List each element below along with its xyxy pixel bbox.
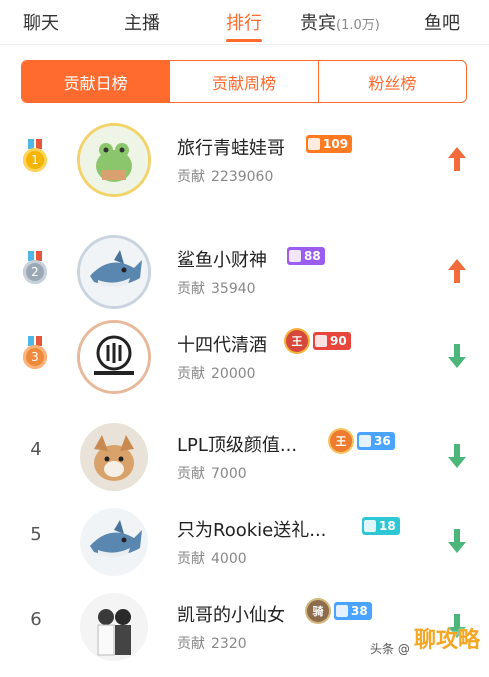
tab-streamer-label: 主播 <box>124 13 160 34</box>
fan-level-badge: 90 <box>313 332 351 350</box>
dog-avatar-icon[interactable] <box>80 423 148 491</box>
contribution-number: 4000 <box>211 551 247 567</box>
ranking-row[interactable]: 2 鲨鱼小财神 88 贡献 35940 <box>0 230 489 314</box>
couple-photo-avatar-icon[interactable] <box>80 593 148 661</box>
tab-chat-label: 聊天 <box>23 13 59 34</box>
noble-crown-icon: 王 <box>286 330 308 352</box>
badge-level: 38 <box>351 604 368 618</box>
contribution-value: 贡献 35940 <box>177 278 256 298</box>
tab-chat[interactable]: 聊天 <box>23 9 59 35</box>
silver-medal-icon: 2 <box>23 251 47 291</box>
badge-icon <box>364 520 376 532</box>
rank-number: 6 <box>30 609 42 630</box>
tab-ranking-label: 排行 <box>226 13 262 34</box>
rank-number: 5 <box>30 524 42 545</box>
active-tab-indicator <box>226 39 262 42</box>
ranking-row[interactable]: 4 LPL顶级颜值... 王 36 贡献 7000 <box>0 415 489 499</box>
noble-crown-icon: 骑 <box>307 600 329 622</box>
watermark-brand: 聊攻略 <box>414 628 481 653</box>
badge-icon <box>315 335 327 347</box>
frog-avatar-icon[interactable] <box>80 126 148 194</box>
contribution-label: 贡献 <box>177 169 205 185</box>
contribution-number: 35940 <box>211 281 256 297</box>
crown-label: 骑 <box>312 605 324 618</box>
trend-down-arrow-icon <box>445 441 469 471</box>
watermark-source: 头条 @ <box>370 642 410 656</box>
user-badges: 109 <box>306 134 357 154</box>
invictus-logo-avatar-icon[interactable] <box>80 323 148 391</box>
contribution-value: 贡献 20000 <box>177 363 256 383</box>
trend-down-arrow-icon <box>445 341 469 371</box>
shark-avatar-icon[interactable] <box>80 238 148 306</box>
contribution-label: 贡献 <box>177 551 205 567</box>
badge-level: 18 <box>379 519 396 533</box>
fan-level-badge: 109 <box>306 135 353 153</box>
contribution-value: 贡献 7000 <box>177 463 247 483</box>
user-name: LPL顶级颜值... <box>177 435 298 456</box>
tab-vip[interactable]: 贵宾(1.0万) <box>300 9 380 35</box>
contribution-label: 贡献 <box>177 366 205 382</box>
crown-label: 王 <box>335 435 347 448</box>
tab-vip-count: (1.0万) <box>336 18 380 33</box>
fan-level-badge: 88 <box>287 247 325 265</box>
fan-level-badge: 38 <box>334 602 372 620</box>
badge-icon <box>336 605 348 617</box>
contribution-value: 贡献 4000 <box>177 548 247 568</box>
user-name: 鲨鱼小财神 <box>177 250 267 271</box>
trend-down-arrow-icon <box>445 526 469 556</box>
segment-daily-contribution[interactable]: 贡献日榜 <box>22 61 170 102</box>
badge-level: 90 <box>330 334 347 348</box>
badge-level: 88 <box>304 249 321 263</box>
user-badges: 骑 38 <box>307 600 377 622</box>
fan-level-badge: 36 <box>357 432 395 450</box>
badge-icon <box>289 250 301 262</box>
badge-level: 36 <box>374 434 391 448</box>
contribution-value: 贡献 2320 <box>177 633 247 653</box>
top-nav: 聊天 主播 排行 贵宾(1.0万) 鱼吧 <box>0 0 489 45</box>
user-badges: 18 <box>362 516 405 536</box>
badge-level: 109 <box>323 137 349 151</box>
fan-level-badge: 18 <box>362 517 400 535</box>
ranking-type-selector: 贡献日榜 贡献周榜 粉丝榜 <box>21 60 467 103</box>
user-badges: 王 90 <box>286 330 356 352</box>
rank-number: 1 <box>23 148 47 172</box>
rank-number: 3 <box>23 345 47 369</box>
contribution-number: 20000 <box>211 366 256 382</box>
bronze-medal-icon: 3 <box>23 336 47 376</box>
crown-label: 王 <box>291 335 303 348</box>
shark-avatar-icon[interactable] <box>80 508 148 576</box>
contribution-number: 7000 <box>211 466 247 482</box>
tab-vip-label: 贵宾 <box>300 13 336 34</box>
user-name: 只为Rookie送礼... <box>177 520 327 541</box>
contribution-label: 贡献 <box>177 281 205 297</box>
tab-streamer[interactable]: 主播 <box>124 9 160 35</box>
user-badges: 88 <box>287 246 330 266</box>
tab-ranking[interactable]: 排行 <box>226 9 262 35</box>
user-name: 旅行青蛙娃哥 <box>177 138 285 159</box>
trend-up-arrow-icon <box>445 256 469 286</box>
badge-icon <box>308 138 320 150</box>
contribution-number: 2320 <box>211 636 247 652</box>
noble-crown-icon: 王 <box>330 430 352 452</box>
tab-fishbar[interactable]: 鱼吧 <box>424 9 460 35</box>
contribution-label: 贡献 <box>177 636 205 652</box>
badge-icon <box>359 435 371 447</box>
segment-fans[interactable]: 粉丝榜 <box>317 61 466 102</box>
ranking-row[interactable]: 5 只为Rookie送礼... 18 贡献 4000 <box>0 500 489 584</box>
contribution-value: 贡献 2239060 <box>177 166 273 186</box>
rank-number: 2 <box>23 260 47 284</box>
contribution-number: 2239060 <box>211 169 274 185</box>
ranking-row[interactable]: 3 十四代清酒 王 90 贡献 20000 <box>0 315 489 399</box>
rank-number: 4 <box>30 439 42 460</box>
tab-fishbar-label: 鱼吧 <box>424 13 460 34</box>
trend-up-arrow-icon <box>445 144 469 174</box>
user-badges: 王 36 <box>330 430 400 452</box>
ranking-row[interactable]: 1 旅行青蛙娃哥 109 贡献 2239060 <box>0 118 489 202</box>
user-name: 凯哥的小仙女 <box>177 605 285 626</box>
gold-medal-icon: 1 <box>23 139 47 179</box>
segment-weekly-contribution[interactable]: 贡献周榜 <box>169 61 317 102</box>
contribution-label: 贡献 <box>177 466 205 482</box>
user-name: 十四代清酒 <box>177 335 267 356</box>
